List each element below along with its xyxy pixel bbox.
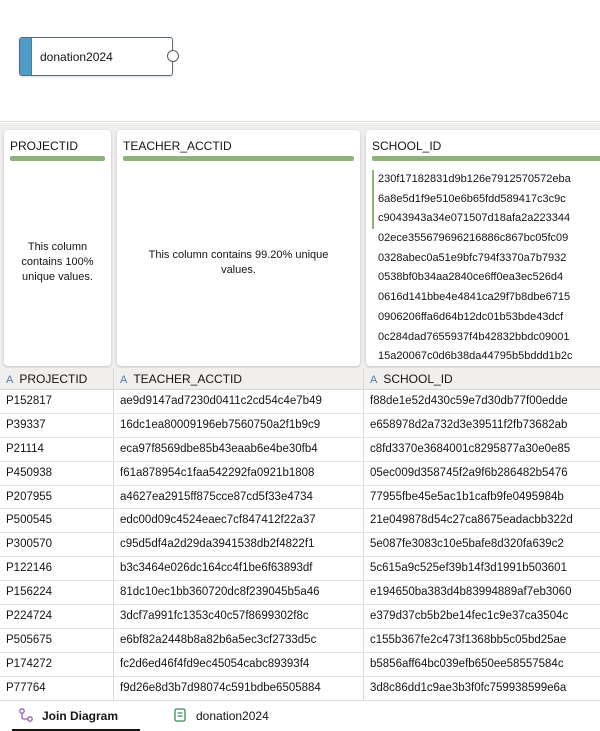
table-cell: P39337: [6, 418, 46, 431]
table-cell: a4627ea2915ff875cce87cd5f33e4734: [120, 490, 313, 503]
value-item: 0328abec0a51e9bfc794f3370a7b7932: [378, 251, 567, 264]
column-header-teacher-acctid[interactable]: A TEACHER_ACCTID: [120, 368, 242, 390]
table-cell: e6bf82a2448b8a82b6a5ec3cf2733d5c: [120, 633, 317, 646]
table-cell: 05ec009d358745f2a9f6b286482b5476: [370, 466, 568, 479]
tab-label: donation2024: [196, 709, 269, 723]
table-row[interactable]: P21114 eca97f8569dbe85b43eaab6e4be30fb4 c8…: [0, 438, 600, 462]
table-cell: c8fd3370e3684001c8295877a30e0e85: [370, 442, 571, 455]
value-item: 0538bf0b34aa2840ce6ff0ea3ec526d4: [378, 271, 564, 284]
table-cell: P21114: [6, 442, 44, 455]
column-header-label: SCHOOL_ID: [383, 372, 453, 386]
table-cell: 5c615a9c525ef39b14f3d1991b503601: [370, 562, 567, 575]
table-cell: P156224: [6, 586, 53, 599]
table-cell: P77764: [6, 681, 46, 694]
table-cell: e194650ba383d4b83994889af7eb3060: [370, 586, 572, 599]
table-cell: P207955: [6, 490, 53, 503]
data-preview-table[interactable]: A PROJECTID A TEACHER_ACCTID A SCHOOL_ID P1…: [0, 368, 600, 700]
table-cell: 81dc10ec1bb360720dc8f239045b5a46: [120, 586, 320, 599]
tab-donation2024[interactable]: donation2024: [160, 701, 300, 731]
table-row[interactable]: P500545 edc00d09c4524eaec7cf847412f22a37 2…: [0, 509, 600, 534]
table-cell: eca97f8569dbe85b43eaab6e4be30fb4: [120, 442, 318, 455]
table-cell: P152817: [6, 395, 53, 407]
bottom-tab-bar: Join Diagram donation2024: [0, 700, 600, 731]
node-connector-port[interactable]: [167, 50, 179, 62]
tab-label: Join Diagram: [42, 709, 119, 723]
join-diagram-icon: [19, 708, 33, 723]
table-cell: 21e049878d54c27ca8675eadacbb322d: [370, 514, 573, 527]
table-cell: P500545: [6, 514, 53, 527]
value-item: 230f17182831d9b126e7912570572eba: [372, 170, 600, 190]
table-cell: c95d5df4a2d29da3941538db2f4822f1: [120, 538, 315, 551]
dataset-node-label: donation2024: [40, 50, 113, 64]
table-cell: f88de1e52d430c59e7d30db77f00edde: [370, 395, 568, 407]
table-cell: P174272: [6, 657, 53, 670]
tab-join-diagram[interactable]: Join Diagram: [6, 701, 146, 731]
table-row[interactable]: P152817 ae9d9147ad7230d0411c2cd54c4e7b49 f…: [0, 390, 600, 414]
table-row[interactable]: P224724 3dcf7a991fc1353c40c57f8699302f8c e…: [0, 605, 600, 629]
table-row[interactable]: P505675 e6bf82a2448b8a82b6a5ec3cf2733d5c c…: [0, 629, 600, 653]
dataset-icon: [174, 708, 186, 722]
dataset-node-stripe: [20, 38, 32, 75]
quality-bar: [372, 156, 600, 161]
column-profile-panel: PROJECTID This column contains 100% uniq…: [0, 123, 600, 368]
text-type-icon: A: [6, 374, 14, 386]
profile-card-title: TEACHER_ACCTID: [123, 139, 232, 153]
table-cell: P122146: [6, 562, 53, 575]
profile-card-school-id[interactable]: SCHOOL_ID 230f17182831d9b126e7912570572e…: [366, 130, 600, 366]
quality-bar: [123, 156, 354, 161]
text-type-icon: A: [370, 374, 378, 386]
value-item: 0616d141bbe4e4841ca29f7b8dbe6715: [378, 291, 571, 304]
quality-bar: [10, 156, 105, 161]
table-cell: edc00d09c4524eaec7cf847412f22a37: [120, 514, 316, 527]
table-cell: fc2d6ed46f4fd9ec45054cabc89393f4: [120, 657, 310, 670]
table-cell: e658978d2a732d3e39511f2fb73682ab: [370, 418, 568, 431]
table-row[interactable]: P122146 b3c3464e026dc164cc4f1be6f63893df 5…: [0, 557, 600, 582]
table-cell: 5e087fe3083c10e5bafe8d320fa639c2: [370, 538, 564, 551]
profile-card-title: SCHOOL_ID: [372, 139, 442, 153]
value-item: 0c284dad7655937f4b42832bbdc09001: [378, 330, 570, 343]
profile-card-message: This column contains 99.20% unique value…: [148, 249, 329, 276]
text-type-icon: A: [120, 374, 128, 386]
column-header-label: PROJECTID: [19, 372, 88, 386]
profile-card-teacher-acctid[interactable]: TEACHER_ACCTID This column contains 99.2…: [117, 130, 360, 366]
table-cell: ae9d9147ad7230d0411c2cd54c4e7b49: [120, 395, 322, 407]
table-row[interactable]: P156224 81dc10ec1bb360720dc8f239045b5a46 e…: [0, 581, 600, 606]
table-cell: P505675: [6, 633, 53, 646]
table-cell: 16dc1ea80009196eb7560750a2f1b9c9: [120, 418, 321, 431]
table-row[interactable]: P450938 f61a878954c1faa542292fa0921b1808 0…: [0, 462, 600, 486]
profile-card-title: PROJECTID: [10, 139, 79, 153]
profile-card-projectid[interactable]: PROJECTID This column contains 100% uniq…: [4, 130, 111, 366]
column-header-label: TEACHER_ACCTID: [133, 372, 243, 386]
value-item: 6a8e5d1f9e510e6b65fdd589417c3c9c: [372, 189, 600, 210]
table-cell: P300570: [6, 538, 53, 551]
table-cell: 77955fbe45e5ac1b1cafb9fe0495984b: [370, 490, 564, 503]
table-cell: b5856aff64bc039efb650ee58557584c: [370, 657, 564, 670]
value-item: c9043943a34e071507d18afa2a223344: [372, 209, 600, 230]
table-row[interactable]: P300570 c95d5df4a2d29da3941538db2f4822f1 5…: [0, 533, 600, 558]
table-cell: f9d26e8d3b7d98074c591bdbe6505884: [120, 681, 321, 694]
table-header: A PROJECTID A TEACHER_ACCTID A SCHOOL_ID: [0, 368, 600, 390]
column-header-projectid[interactable]: A PROJECTID: [6, 368, 87, 390]
value-item: 02ece355679696216886c867bc05fc09: [378, 232, 569, 245]
join-diagram-canvas[interactable]: donation2024: [0, 0, 600, 122]
table-row[interactable]: P39337 16dc1ea80009196eb7560750a2f1b9c9 e6…: [0, 414, 600, 438]
table-cell: 3dcf7a991fc1353c40c57f8699302f8c: [120, 610, 309, 623]
table-cell: c155b367fe2c473f1368bb5c05bd25ae: [370, 633, 567, 646]
value-item: 0906206ffa6d64b12dc01b53bde43dcf: [378, 310, 564, 323]
value-list: 230f17182831d9b126e7912570572eba 6a8e5d1…: [372, 170, 600, 366]
table-cell: f61a878954c1faa542292fa0921b1808: [120, 466, 315, 479]
table-cell: e379d37cb5b2be14fec1c9e37ca3504c: [370, 610, 569, 623]
table-row[interactable]: P207955 a4627ea2915ff875cce87cd5f33e4734 7…: [0, 486, 600, 510]
table-row[interactable]: P77764 f9d26e8d3b7d98074c591bdbe6505884 3d…: [0, 677, 600, 700]
column-header-school-id[interactable]: A SCHOOL_ID: [370, 368, 453, 390]
value-item: 15a20067c0d6b38da44795b5bddd1b2c: [378, 350, 573, 363]
profile-card-message: This column contains 100% unique values.: [21, 241, 94, 283]
table-row[interactable]: P174272 fc2d6ed46f4fd9ec45054cabc89393f4 b…: [0, 653, 600, 677]
table-cell: b3c3464e026dc164cc4f1be6f63893df: [120, 562, 313, 575]
table-cell: P450938: [6, 466, 53, 479]
dataset-node[interactable]: donation2024: [19, 37, 179, 76]
table-cell: 3d8c86dd1c9ae3b3f0fc759938599e6a: [370, 681, 567, 694]
table-cell: P224724: [6, 610, 53, 623]
table-body: P152817 ae9d9147ad7230d0411c2cd54c4e7b49 f…: [0, 390, 600, 700]
